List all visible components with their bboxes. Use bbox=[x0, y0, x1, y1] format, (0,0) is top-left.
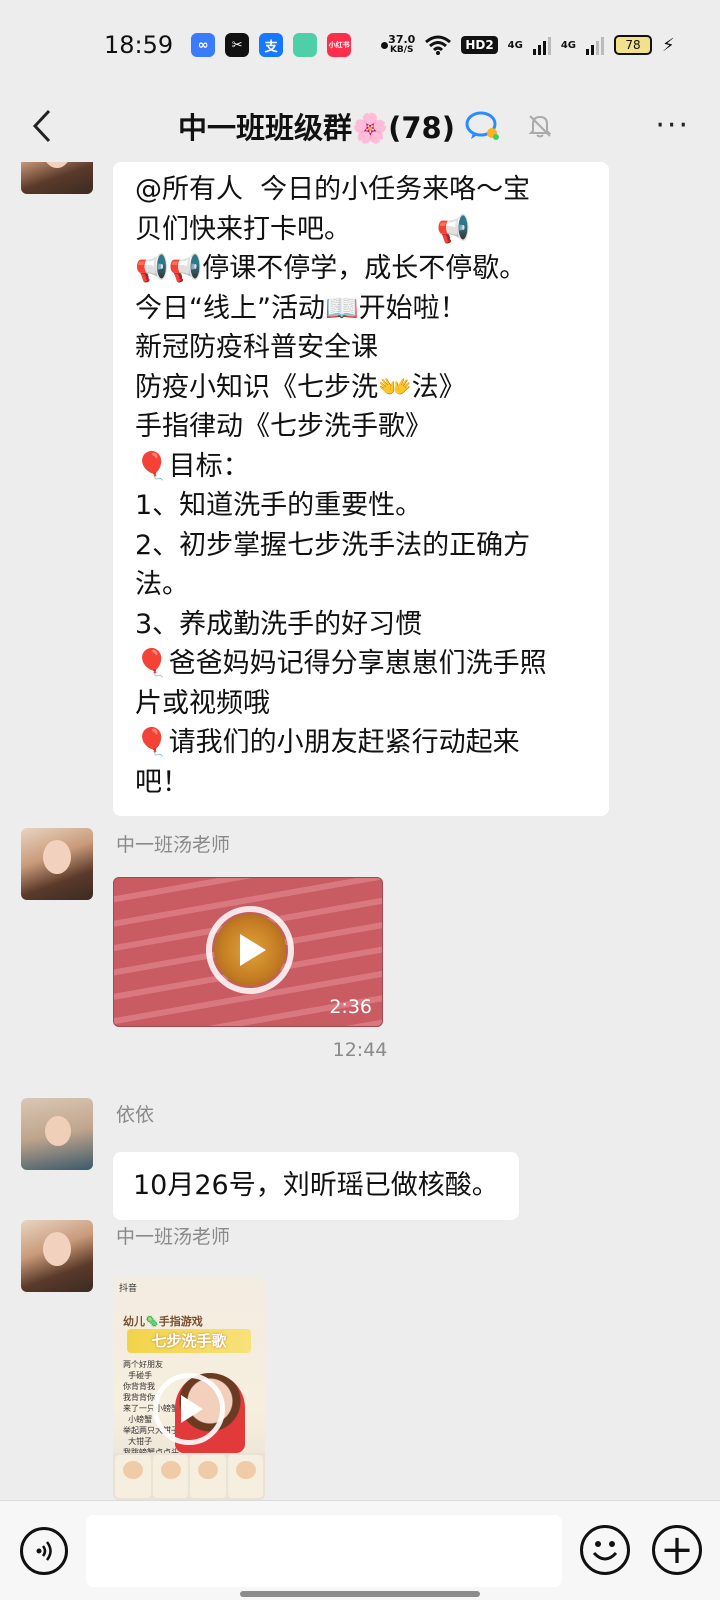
back-button[interactable] bbox=[22, 102, 62, 150]
video-brand-label: 抖音 bbox=[119, 1284, 138, 1294]
hand-step-image bbox=[152, 1455, 188, 1498]
group-title[interactable]: 中一班班级群🌸(78) bbox=[178, 105, 455, 147]
voice-icon bbox=[36, 1541, 52, 1561]
notification-icons: ∞ ✂ 支 小红书 bbox=[191, 33, 389, 57]
avatar[interactable] bbox=[21, 162, 93, 194]
message-line: 吧！ bbox=[135, 766, 189, 798]
message-line: 法。 bbox=[135, 569, 189, 600]
signal-strength-icon bbox=[532, 35, 551, 55]
video-message[interactable]: 2:36 bbox=[113, 877, 383, 1027]
more-options-button[interactable]: ··· bbox=[655, 108, 690, 143]
chevron-left-icon bbox=[32, 109, 51, 143]
group-chat-badge-icon bbox=[465, 111, 499, 140]
message-line: 今日“线上”活动📖开始啦！ bbox=[135, 292, 467, 324]
capcut-app-icon: ✂ bbox=[225, 33, 250, 57]
message-line: 3、养成勤洗手的好习惯 bbox=[135, 608, 423, 640]
message-line: 🎈爸爸妈妈记得分享崽崽们洗手照 bbox=[135, 648, 547, 679]
message-line: 手指律动《七步洗手歌》 bbox=[135, 411, 432, 442]
hand-step-image bbox=[190, 1455, 226, 1498]
battery-icon: 78 bbox=[614, 35, 653, 55]
message-bubble[interactable]: 10月26号，刘昕瑶已做核酸。 bbox=[113, 1152, 519, 1220]
signal-strength-icon-2 bbox=[586, 35, 605, 55]
sender-name: 中一班汤老师 bbox=[116, 834, 231, 856]
hand-step-image bbox=[227, 1455, 263, 1498]
signal-label-2: 4G bbox=[560, 39, 577, 51]
charging-bolt-icon: ⚡ bbox=[662, 34, 675, 56]
message-line: 📢📢停课不停学，成长不停歇。 bbox=[135, 253, 527, 284]
input-bar: + bbox=[0, 1500, 720, 1600]
message-line: 🎈目标： bbox=[135, 450, 250, 482]
video-subtitle: 幼儿🦠手指游戏 bbox=[123, 1315, 203, 1328]
sender-name: 中一班汤老师 bbox=[116, 1226, 231, 1248]
message-line: 🎈请我们的小朋友赶紧行动起来 bbox=[135, 727, 520, 758]
play-icon bbox=[240, 934, 266, 966]
avatar[interactable] bbox=[21, 1220, 93, 1292]
green-app-icon bbox=[293, 33, 318, 57]
alipay-app-icon: 支 bbox=[259, 33, 284, 57]
hand-step-image bbox=[115, 1455, 151, 1498]
home-indicator[interactable] bbox=[240, 1591, 480, 1597]
xiaohongshu-app-icon: 小红书 bbox=[327, 33, 352, 57]
status-right: 37.0 KB/S HD2 4G 4G 78 ⚡ bbox=[388, 34, 674, 56]
message-line: 新冠防疫科普安全课 bbox=[135, 332, 378, 363]
avatar[interactable] bbox=[21, 1098, 93, 1170]
message-line: 片或视频哦 bbox=[135, 687, 270, 719]
muted-bell-icon bbox=[528, 115, 552, 138]
message-line: 贝们快来打卡吧。 📢 bbox=[135, 213, 471, 245]
more-actions-button[interactable]: + bbox=[652, 1525, 702, 1575]
infinity-app-icon: ∞ bbox=[191, 33, 216, 57]
chat-header: 中一班班级群🌸(78) ··· bbox=[0, 90, 720, 162]
video-message[interactable]: 抖音 幼儿🦠手指游戏 七步洗手歌 两个好朋友 手碰手 你背背我 我背背你 来了一… bbox=[113, 1277, 265, 1500]
avatar[interactable] bbox=[21, 828, 93, 900]
net-speed-value: 37.0 bbox=[388, 33, 416, 46]
smiley-icon bbox=[592, 1541, 618, 1561]
status-bar: 18:59 ∞ ✂ 支 小红书 37.0 KB/S HD2 4G 4G 78 ⚡ bbox=[0, 0, 720, 90]
signal-label-1: 4G bbox=[507, 39, 523, 51]
message-line: 2、初步掌握七步洗手法的正确方 bbox=[135, 529, 531, 561]
message-line: 1、知道洗手的重要性。 bbox=[135, 490, 423, 521]
status-time: 18:59 bbox=[104, 31, 174, 59]
emoji-button[interactable] bbox=[580, 1525, 630, 1575]
title-wrap: 中一班班级群🌸(78) bbox=[178, 90, 553, 162]
sender-name: 依依 bbox=[116, 1104, 155, 1126]
net-speed-unit: KB/S bbox=[389, 45, 414, 55]
play-icon bbox=[181, 1395, 203, 1423]
message-line: 防疫小知识《七步洗👐法》 bbox=[135, 371, 466, 403]
net-speed: 37.0 KB/S bbox=[388, 34, 415, 56]
message-line: @所有人 今日的小任务来咯～宝 bbox=[135, 174, 531, 205]
time-separator: 12:44 bbox=[332, 1039, 388, 1061]
more-notifications-dot-icon bbox=[381, 41, 389, 49]
message-bubble-announcement[interactable]: @所有人 今日的小任务来咯～宝 贝们快来打卡吧。 📢 📢📢停课不停学，成长不停歇… bbox=[113, 162, 609, 816]
hand-steps-strip bbox=[113, 1453, 265, 1500]
video-duration: 2:36 bbox=[329, 996, 372, 1018]
wifi-icon bbox=[425, 35, 452, 55]
hd-voice-badge: HD2 bbox=[461, 36, 498, 54]
message-list[interactable]: @所有人 今日的小任务来咯～宝 贝们快来打卡吧。 📢 📢📢停课不停学，成长不停歇… bbox=[0, 162, 720, 1500]
message-input[interactable] bbox=[86, 1515, 562, 1587]
voice-input-button[interactable] bbox=[20, 1527, 68, 1575]
video-title: 七步洗手歌 bbox=[127, 1329, 251, 1353]
